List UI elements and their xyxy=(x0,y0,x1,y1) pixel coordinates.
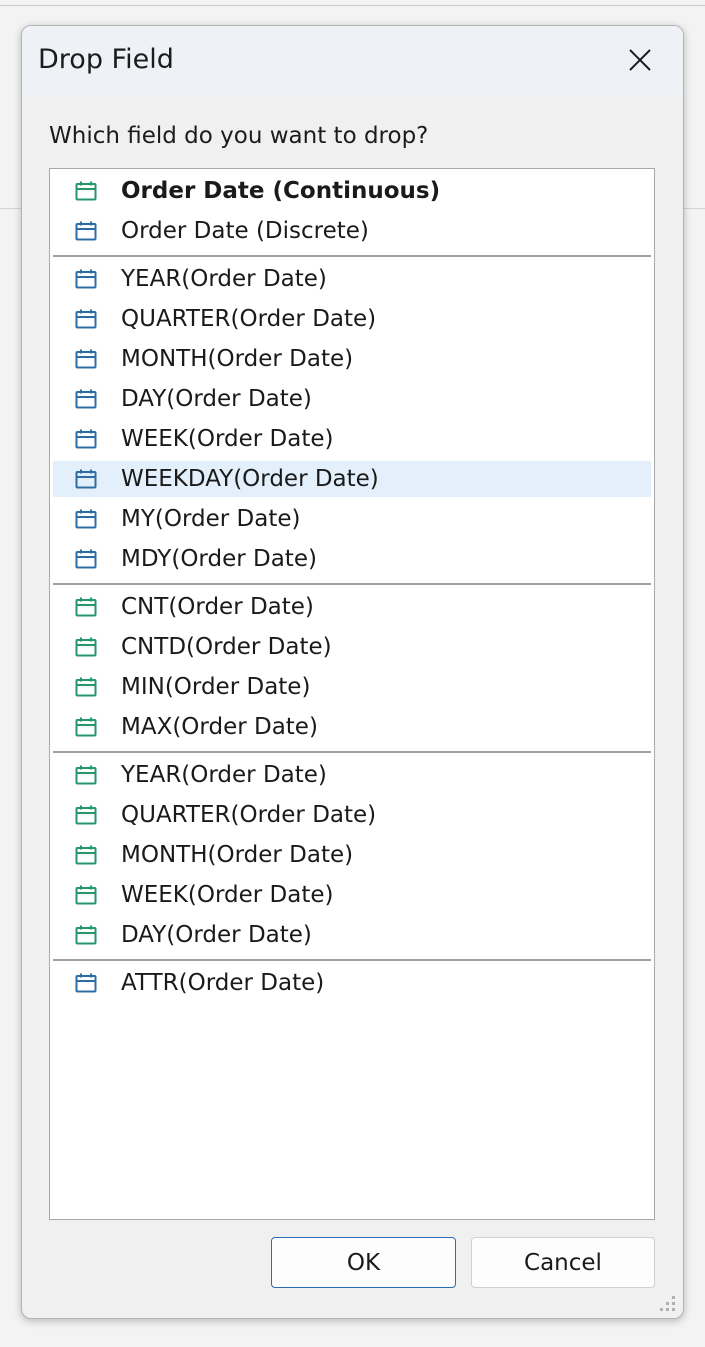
calendar-continuous-icon xyxy=(75,885,99,907)
list-item-label: DAY(Order Date) xyxy=(121,922,312,948)
list-item-label: Order Date (Discrete) xyxy=(121,218,369,244)
close-button[interactable] xyxy=(618,40,662,80)
drop-field-dialog: Drop Field Which field do you want to dr… xyxy=(21,25,684,1319)
list-item[interactable]: QUARTER(Order Date) xyxy=(53,301,651,337)
field-listbox[interactable]: Order Date (Continuous) Order Date (Discr… xyxy=(49,168,655,1220)
calendar-discrete-icon xyxy=(75,221,99,243)
calendar-discrete-icon xyxy=(75,429,99,451)
calendar-continuous-icon xyxy=(75,717,99,739)
list-item-label: MONTH(Order Date) xyxy=(121,346,354,372)
list-item[interactable]: MONTH(Order Date) xyxy=(53,341,651,377)
calendar-continuous-icon xyxy=(75,925,99,947)
calendar-continuous-icon xyxy=(75,677,99,699)
calendar-discrete-icon xyxy=(75,309,99,331)
calendar-continuous-icon xyxy=(75,805,99,827)
list-item[interactable]: ATTR(Order Date) xyxy=(53,965,651,1001)
list-item[interactable]: Order Date (Continuous) xyxy=(53,173,651,209)
list-item[interactable]: CNTD(Order Date) xyxy=(53,629,651,665)
list-item-label: CNTD(Order Date) xyxy=(121,634,332,660)
list-item[interactable]: YEAR(Order Date) xyxy=(53,261,651,297)
list-item-label: WEEK(Order Date) xyxy=(121,882,334,908)
list-item[interactable]: MY(Order Date) xyxy=(53,501,651,537)
calendar-continuous-icon xyxy=(75,597,99,619)
background-divider xyxy=(0,208,22,209)
dialog-titlebar: Drop Field xyxy=(22,26,683,95)
calendar-continuous-icon xyxy=(75,181,99,203)
calendar-discrete-icon xyxy=(75,549,99,571)
list-separator xyxy=(53,583,651,585)
list-item[interactable]: WEEKDAY(Order Date) xyxy=(53,461,651,497)
list-item-label: MDY(Order Date) xyxy=(121,546,317,572)
calendar-discrete-icon xyxy=(75,269,99,291)
list-item-label: ATTR(Order Date) xyxy=(121,970,325,996)
list-item[interactable]: WEEK(Order Date) xyxy=(53,421,651,457)
calendar-discrete-icon xyxy=(75,469,99,491)
list-separator xyxy=(53,255,651,257)
list-item-label: Order Date (Continuous) xyxy=(121,178,441,204)
list-item[interactable]: MAX(Order Date) xyxy=(53,709,651,745)
calendar-continuous-icon xyxy=(75,637,99,659)
background-divider xyxy=(682,208,705,209)
list-item[interactable]: DAY(Order Date) xyxy=(53,381,651,417)
list-item[interactable]: YEAR(Order Date) xyxy=(53,757,651,793)
list-item[interactable]: CNT(Order Date) xyxy=(53,589,651,625)
list-item[interactable]: MIN(Order Date) xyxy=(53,669,651,705)
list-item[interactable]: Order Date (Discrete) xyxy=(53,213,651,249)
list-item-label: YEAR(Order Date) xyxy=(121,266,327,292)
list-item-label: MIN(Order Date) xyxy=(121,674,311,700)
close-icon xyxy=(629,49,651,71)
list-item-label: WEEK(Order Date) xyxy=(121,426,334,452)
calendar-continuous-icon xyxy=(75,845,99,867)
list-item-label: CNT(Order Date) xyxy=(121,594,314,620)
list-item-label: MONTH(Order Date) xyxy=(121,842,354,868)
cancel-button[interactable]: Cancel xyxy=(471,1237,655,1288)
background-divider xyxy=(0,5,705,6)
list-item[interactable]: DAY(Order Date) xyxy=(53,917,651,953)
list-item-label: MAX(Order Date) xyxy=(121,714,318,740)
list-item[interactable]: WEEK(Order Date) xyxy=(53,877,651,913)
calendar-discrete-icon xyxy=(75,349,99,371)
list-item-label: DAY(Order Date) xyxy=(121,386,312,412)
resize-grip-icon[interactable] xyxy=(654,1290,678,1314)
ok-button[interactable]: OK xyxy=(271,1237,456,1288)
list-item-label: QUARTER(Order Date) xyxy=(121,802,377,828)
list-separator xyxy=(53,751,651,753)
calendar-discrete-icon xyxy=(75,389,99,411)
dialog-title: Drop Field xyxy=(38,44,174,75)
list-item-label: YEAR(Order Date) xyxy=(121,762,327,788)
calendar-continuous-icon xyxy=(75,765,99,787)
list-item[interactable]: MDY(Order Date) xyxy=(53,541,651,577)
list-item[interactable]: MONTH(Order Date) xyxy=(53,837,651,873)
list-item-label: MY(Order Date) xyxy=(121,506,301,532)
list-separator xyxy=(53,959,651,961)
calendar-discrete-icon xyxy=(75,973,99,995)
calendar-discrete-icon xyxy=(75,509,99,531)
list-item-label: WEEKDAY(Order Date) xyxy=(121,466,379,492)
dialog-prompt: Which field do you want to drop? xyxy=(49,123,429,149)
list-item[interactable]: QUARTER(Order Date) xyxy=(53,797,651,833)
list-item-label: QUARTER(Order Date) xyxy=(121,306,377,332)
